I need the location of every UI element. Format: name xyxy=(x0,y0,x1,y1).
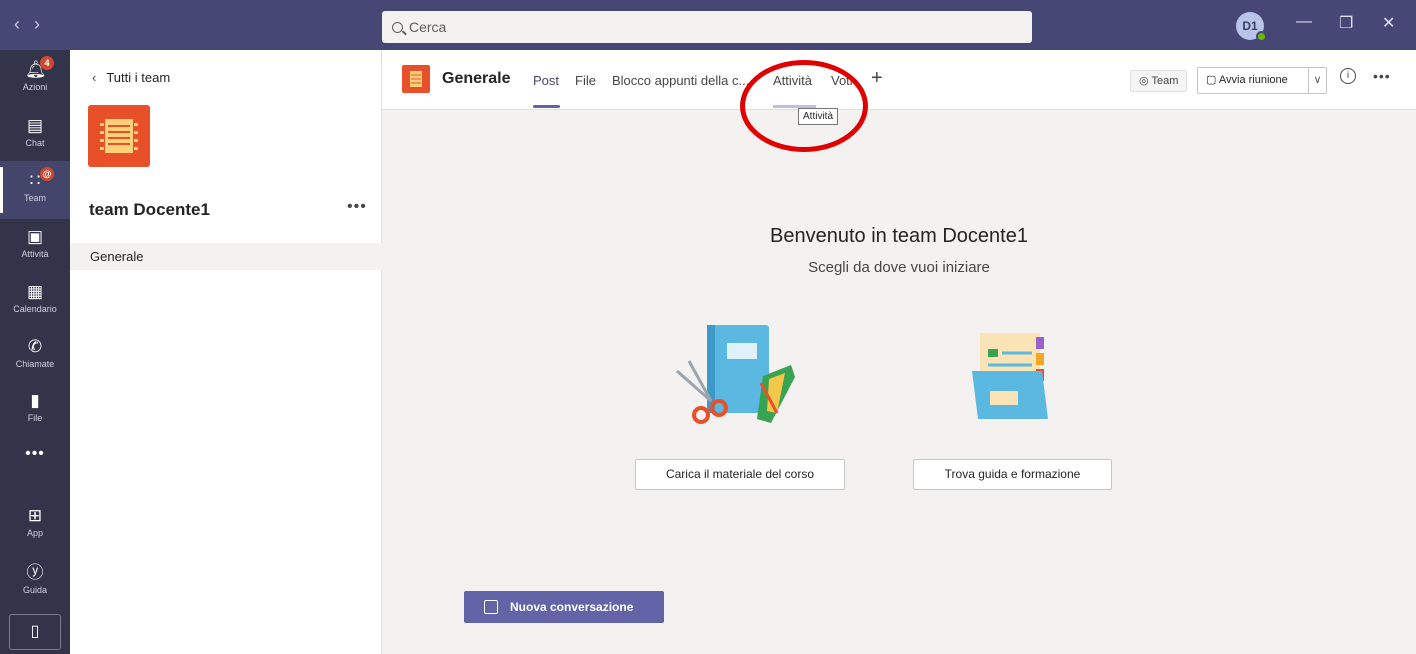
team-panel: ‹ Tutti i team team Docente1 ••• Generale xyxy=(70,50,382,654)
all-teams-label: Tutti i team xyxy=(106,70,171,85)
rail-label: Calendario xyxy=(13,304,57,314)
meet-button-label: Avvia riunione xyxy=(1218,74,1288,86)
channel-item-generale[interactable]: Generale xyxy=(70,243,382,270)
active-tab-indicator xyxy=(533,105,560,108)
mobile-device-button[interactable]: ▯ xyxy=(9,614,61,650)
new-conversation-label: Nuova conversazione xyxy=(510,600,634,614)
compose-icon xyxy=(484,600,498,614)
app-rail: 🔔︎ 4 Azioni ▤ Chat ∷ @ Team ▣ Attività ▦… xyxy=(0,50,70,654)
rail-item-azioni[interactable]: 🔔︎ 4 Azioni xyxy=(0,50,70,108)
forward-arrow-icon[interactable]: › xyxy=(34,14,54,34)
history-nav: ‹› xyxy=(14,14,54,35)
rail-label: Team xyxy=(23,193,46,203)
team-name: team Docente1 xyxy=(89,200,210,219)
tab-blocco-appunti[interactable]: Blocco appunti della c... xyxy=(612,73,749,88)
rail-item-attivita[interactable]: ▣ Attività xyxy=(0,217,70,275)
assignments-icon: ▣ xyxy=(26,227,44,246)
chip-icon xyxy=(410,71,422,87)
team-pill-label: Team xyxy=(1151,75,1179,87)
rail-item-file[interactable]: ▮ File xyxy=(0,381,70,439)
notification-badge: 4 xyxy=(40,56,54,70)
add-tab-icon[interactable]: + xyxy=(871,67,883,90)
upload-course-material-button[interactable]: Carica il materiale del corso xyxy=(635,459,845,490)
info-icon[interactable]: i xyxy=(1340,68,1356,84)
team-logo[interactable] xyxy=(88,105,150,167)
help-icon: ⓨ xyxy=(26,563,44,582)
rail-item-guida[interactable]: ⓨ Guida xyxy=(0,553,70,611)
team-more-options-icon[interactable]: ••• xyxy=(347,198,367,216)
mention-badge: @ xyxy=(40,167,54,181)
apps-icon: ⊞ xyxy=(27,506,43,525)
title-bar: ‹› Cerca D1 — ❐ ✕ xyxy=(0,0,1416,50)
rail-label: Guida xyxy=(22,585,48,595)
tab-post[interactable]: Post xyxy=(533,73,559,88)
welcome-subtitle: Scegli da dove vuoi iniziare xyxy=(808,259,990,276)
tab-attivita[interactable]: Attività xyxy=(773,73,812,88)
calendar-icon: ▦ xyxy=(26,282,44,301)
phone-device-icon: ▯ xyxy=(30,623,40,640)
rail-item-chat[interactable]: ▤ Chat xyxy=(0,106,70,164)
search-placeholder: Cerca xyxy=(409,19,447,35)
minimize-icon[interactable]: — xyxy=(1296,13,1312,31)
chip-icon xyxy=(100,119,138,153)
tab-file[interactable]: File xyxy=(575,73,596,88)
new-conversation-button[interactable]: Nuova conversazione xyxy=(464,591,664,623)
chevron-down-icon[interactable]: ∨ xyxy=(1308,68,1326,93)
rail-item-team[interactable]: ∷ @ Team xyxy=(0,161,70,219)
eye-icon: ◎ xyxy=(1139,75,1149,87)
channel-main: Benvenuto in team Docente1 Scegli da dov… xyxy=(382,111,1416,654)
rail-more-apps[interactable]: ••• xyxy=(0,436,70,472)
channel-more-options-icon[interactable]: ••• xyxy=(1373,68,1391,84)
chevron-left-icon: ‹ xyxy=(92,70,97,85)
rail-item-calendario[interactable]: ▦ Calendario xyxy=(0,272,70,330)
presence-available-icon xyxy=(1256,31,1267,42)
welcome-heading: Benvenuto in team Docente1 xyxy=(770,225,1028,247)
rail-item-app[interactable]: ⊞ App xyxy=(0,496,70,554)
channel-team-logo xyxy=(402,65,430,93)
rail-item-chiamate[interactable]: ✆ Chiamate xyxy=(0,327,70,385)
phone-icon: ✆ xyxy=(27,337,43,356)
video-camera-icon: ▢ xyxy=(1206,74,1217,86)
rail-label: Chiamate xyxy=(15,359,55,369)
search-input[interactable]: Cerca xyxy=(382,11,1032,43)
rail-label: File xyxy=(27,413,43,423)
folder-documents-illustration xyxy=(972,333,1048,419)
channel-title: Generale xyxy=(442,70,511,87)
team-visibility-pill[interactable]: ◎ Team xyxy=(1130,70,1188,92)
close-icon[interactable]: ✕ xyxy=(1382,13,1395,33)
back-arrow-icon[interactable]: ‹ xyxy=(14,14,34,34)
find-guide-training-button[interactable]: Trova guida e formazione xyxy=(913,459,1112,490)
chat-icon: ▤ xyxy=(26,116,44,135)
maximize-icon[interactable]: ❐ xyxy=(1339,13,1353,33)
avatar[interactable]: D1 xyxy=(1236,12,1267,42)
rail-label: Attività xyxy=(21,249,49,259)
search-icon xyxy=(392,22,403,33)
rail-label: Chat xyxy=(25,138,45,148)
all-teams-link[interactable]: ‹ Tutti i team xyxy=(92,70,170,85)
rail-label: App xyxy=(26,528,43,538)
more-icon: ••• xyxy=(25,445,45,462)
file-icon: ▮ xyxy=(30,391,40,410)
channel-header: Generale Post File Blocco appunti della … xyxy=(382,50,1416,125)
avatar-initials: D1 xyxy=(1242,19,1258,33)
tab-voti[interactable]: Voti xyxy=(831,73,853,88)
start-meeting-button[interactable]: ▢ Avvia riunione ∨ xyxy=(1197,67,1327,94)
rail-label: Azioni xyxy=(22,82,48,92)
notebook-scissors-illustration xyxy=(676,325,795,424)
